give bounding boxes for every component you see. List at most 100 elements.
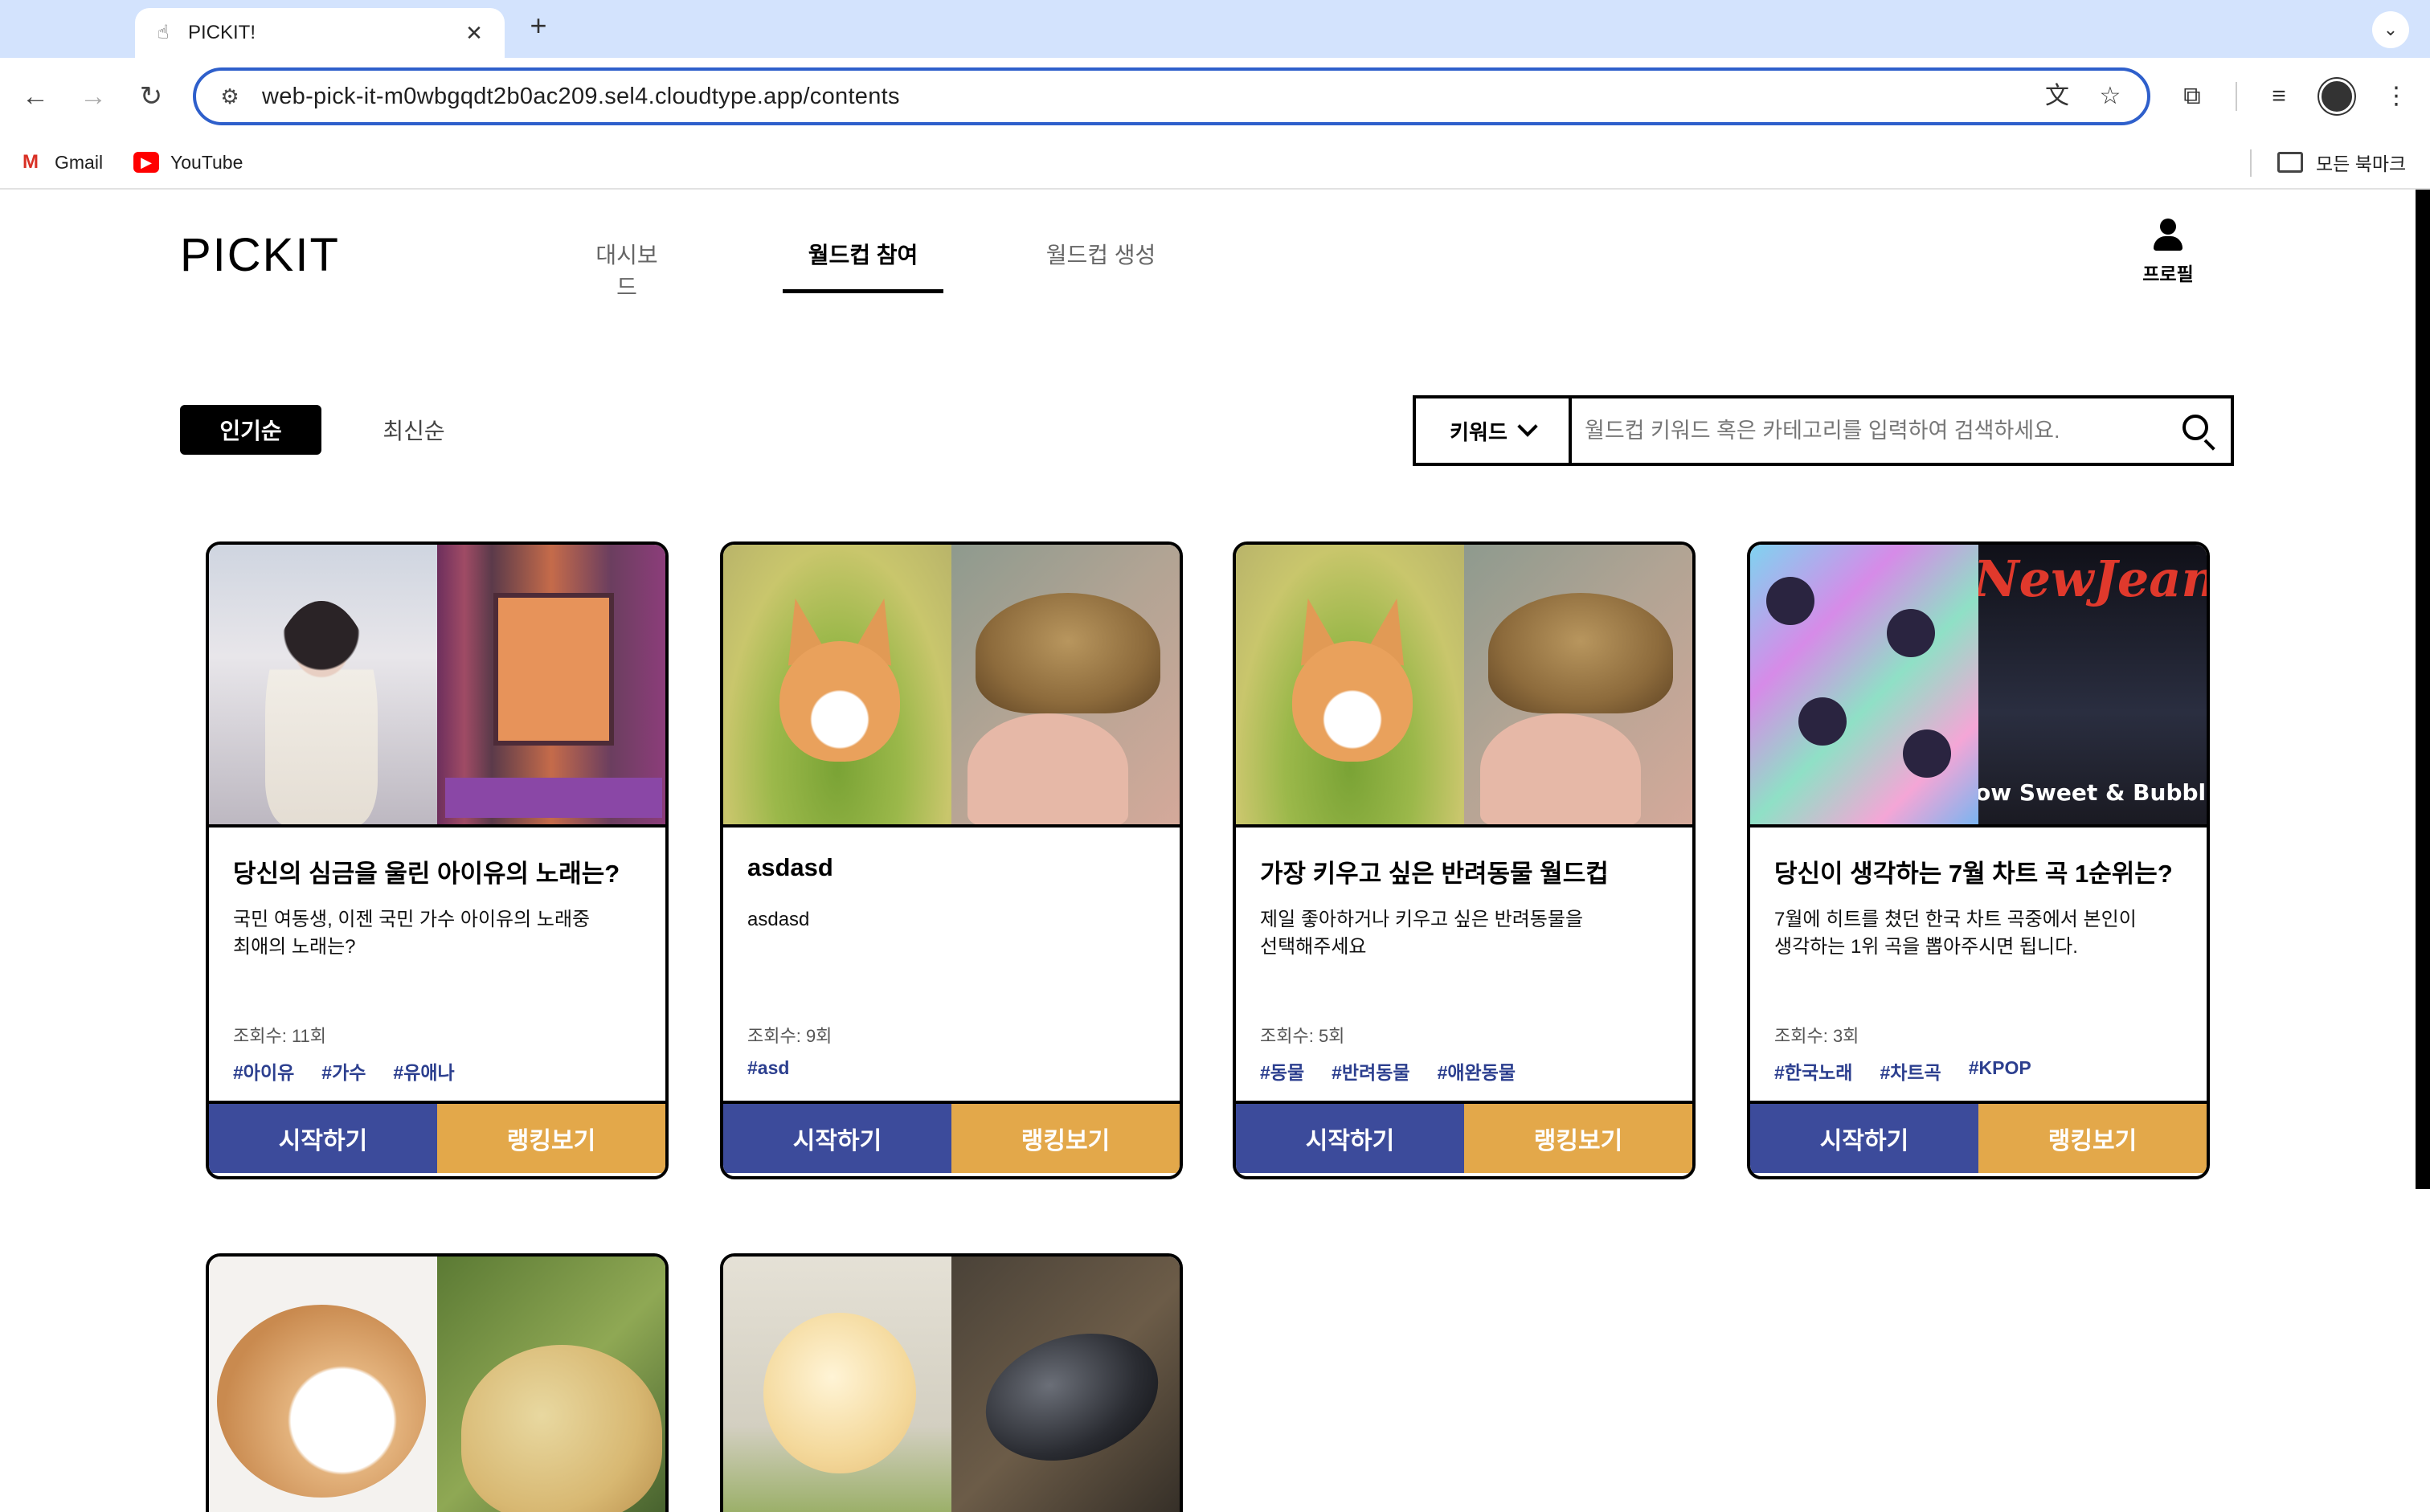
thumbnail-image-right [437,1257,665,1512]
card-description: 7월에 히트를 쳤던 한국 차트 곡중에서 본인이 생각하는 1위 곡을 뽑아주… [1774,909,2137,958]
url-text[interactable]: web-pick-it-m0wbgqdt2b0ac209.sel4.cloudt… [262,84,2022,110]
thumbnail-image-right [1464,545,1692,824]
card-thumbnail[interactable] [723,545,1180,828]
search-filter-label: 키워드 [1450,419,1508,444]
translate-icon[interactable]: 文 [2039,79,2075,114]
card-tag[interactable]: #한국노래 [1774,1057,1852,1085]
thumbnail-image-left [209,545,437,824]
media-controls-icon[interactable]: ≡ [2260,77,2298,116]
sort-latest-button[interactable]: 최신순 [354,405,474,455]
thumbnail-image-right [951,1257,1180,1512]
card-tag[interactable]: #차트곡 [1880,1057,1941,1085]
card-description: asdasd [747,909,810,930]
card-tag[interactable]: #asd [747,1057,789,1079]
new-tab-icon[interactable]: + [522,10,554,42]
card-thumbnail[interactable] [1236,545,1692,828]
folder-icon [2277,152,2303,173]
card-title: 당신이 생각하는 7월 차트 곡 1순위는? [1774,860,2173,888]
worldcup-card: asdasd asdasd 조회수: 9회 #asd 시작하기 랭킹보기 [720,541,1183,1179]
reload-icon[interactable]: ↻ [132,77,170,116]
card-description: 국민 여동생, 이젠 국민 가수 아이유의 노래중 최애의 노래는? [233,909,591,958]
all-bookmarks[interactable]: 모든 북마크 [2277,148,2406,177]
profile-avatar-icon[interactable] [2319,79,2354,114]
thumbnail-image-right: NewJeans ow Sweet & Bubble Gu [1978,545,2207,824]
ranking-button[interactable]: 랭킹보기 [1978,1104,2207,1173]
ranking-button[interactable]: 랭킹보기 [1464,1104,1692,1173]
site-info-icon[interactable]: ⚙ [215,82,244,111]
user-icon [2152,219,2184,251]
ranking-button[interactable]: 랭킹보기 [951,1104,1180,1173]
thumbnail-image-left [1236,545,1464,824]
bookmark-gmail[interactable]: M Gmail [18,148,103,177]
card-tags: #asd [747,1057,789,1079]
start-button[interactable]: 시작하기 [209,1104,437,1173]
search-bar: 키워드 [1413,395,2234,466]
search-icon[interactable] [2166,398,2231,463]
card-tag[interactable]: #동물 [1260,1057,1304,1085]
menu-icon[interactable]: ⋮ [2377,77,2416,116]
thumbnail-image-right [951,545,1180,824]
address-bar[interactable]: ⚙ web-pick-it-m0wbgqdt2b0ac209.sel4.clou… [193,67,2150,125]
nav-dashboard[interactable]: 대시보드 [587,238,667,302]
extensions-icon[interactable]: ⧉ [2173,77,2211,116]
sort-popular-button[interactable]: 인기순 [180,405,321,455]
card-tag[interactable]: #KPOP [1969,1057,2031,1085]
close-tab-icon[interactable]: ✕ [461,20,487,46]
card-thumbnail[interactable] [723,1257,1180,1512]
card-tag[interactable]: #유애나 [393,1057,454,1085]
thumbnail-image-left [723,1257,951,1512]
card-actions: 시작하기 랭킹보기 [1236,1101,1692,1173]
worldcup-card: 당신의 심금을 울린 아이유의 노래는? 국민 여동생, 이젠 국민 가수 아이… [206,541,669,1179]
image-logo-text: NewJeans [1978,550,2207,608]
start-button[interactable]: 시작하기 [1236,1104,1464,1173]
card-thumbnail[interactable] [209,1257,665,1512]
profile-button[interactable]: 프로필 [2138,219,2199,286]
all-bookmarks-label: 모든 북마크 [2316,153,2407,174]
tab-title: PICKIT! [188,22,256,43]
card-actions: 시작하기 랭킹보기 [723,1101,1180,1173]
card-views: 조회수: 9회 [747,1026,832,1046]
card-title: 가장 키우고 싶은 반려동물 월드컵 [1260,860,1609,888]
card-actions: 시작하기 랭킹보기 [1750,1101,2207,1173]
worldcup-card [206,1253,669,1512]
browser-tab-bar: ☝ PICKIT! ✕ + ⌄ [0,0,2430,58]
start-button[interactable]: 시작하기 [1750,1104,1978,1173]
worldcup-card [720,1253,1183,1512]
card-thumbnail[interactable] [209,545,665,828]
card-views: 조회수: 5회 [1260,1026,1345,1046]
thumbnail-image-left [723,545,951,824]
ranking-button[interactable]: 랭킹보기 [437,1104,665,1173]
gmail-icon: M [18,151,43,173]
card-tag[interactable]: #애완동물 [1438,1057,1516,1085]
nav-join-worldcup[interactable]: 월드컵 참여 [799,238,927,270]
card-tags: #아이유 #가수 #유애나 [233,1057,455,1085]
bookmark-youtube[interactable]: ▶ YouTube [133,148,243,177]
worldcup-card: NewJeans ow Sweet & Bubble Gu 당신이 생각하는 7… [1747,541,2210,1179]
youtube-icon: ▶ [133,152,159,173]
bookmarks-divider [2250,149,2252,177]
forward-icon[interactable]: → [74,77,112,116]
page-scrollbar[interactable] [2416,190,2430,1189]
back-icon[interactable]: ← [16,77,55,116]
card-views: 조회수: 11회 [233,1026,327,1046]
card-views: 조회수: 3회 [1774,1026,1859,1046]
search-filter-dropdown[interactable]: 키워드 [1416,398,1572,463]
card-tag[interactable]: #반려동물 [1332,1057,1409,1085]
browser-tab[interactable]: ☝ PICKIT! ✕ [135,8,505,58]
thumbnail-image-left [1750,545,1978,824]
site-logo[interactable]: PICKIT [180,228,340,282]
card-tag[interactable]: #아이유 [233,1057,294,1085]
card-description: 제일 좋아하거나 키우고 싶은 반려동물을 선택해주세요 [1260,909,1584,958]
card-thumbnail[interactable]: NewJeans ow Sweet & Bubble Gu [1750,545,2207,828]
start-button[interactable]: 시작하기 [723,1104,951,1173]
nav-create-worldcup[interactable]: 월드컵 생성 [1038,238,1164,270]
card-title: asdasd [747,853,833,881]
active-nav-underline [783,289,943,293]
thumbnail-image-left [209,1257,437,1512]
toolbar-divider [2236,82,2237,111]
card-tag[interactable]: #가수 [321,1057,366,1085]
image-caption-text: ow Sweet & Bubble Gu [1978,779,2207,806]
search-input[interactable] [1572,398,2166,463]
tab-search-chevron-icon[interactable]: ⌄ [2372,11,2409,48]
bookmark-star-icon[interactable]: ☆ [2092,79,2128,114]
